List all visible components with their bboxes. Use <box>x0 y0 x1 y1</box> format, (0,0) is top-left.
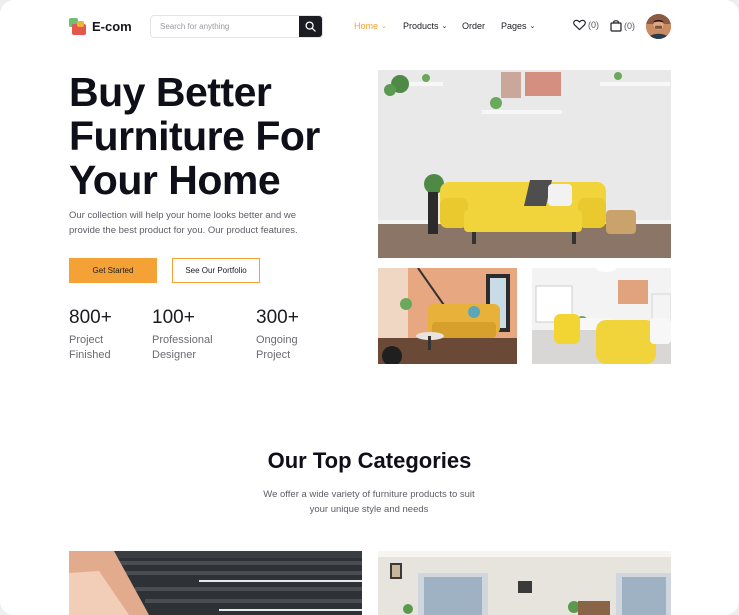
search-bar <box>150 15 323 38</box>
category-image-1[interactable] <box>69 551 362 615</box>
search-icon <box>305 21 316 32</box>
nav-home[interactable]: Home ⌄ <box>354 21 387 31</box>
categories-description: We offer a wide variety of furniture pro… <box>263 489 475 515</box>
nav-pages[interactable]: Pages ⌄ <box>501 21 535 31</box>
nav-products[interactable]: Products ⌄ <box>403 21 447 31</box>
nav-order-label: Order <box>462 21 486 31</box>
stat-label: Professional Designer <box>152 334 213 361</box>
shopping-bag-icon <box>610 20 622 32</box>
logo-mark-icon <box>69 18 86 35</box>
wishlist-button[interactable]: (0) <box>573 19 599 31</box>
stat-label: Project Finished <box>69 334 111 361</box>
see-portfolio-button[interactable]: See Our Portfolio <box>172 258 260 283</box>
avatar[interactable] <box>646 14 671 39</box>
logo-text: E-com <box>92 19 132 34</box>
hero-description: Our collection will help your home looks… <box>69 210 298 236</box>
stat-value: 800+ <box>69 307 112 328</box>
nav-pages-label: Pages <box>501 21 527 31</box>
hero-title: Buy Better Furniture For Your Home <box>69 69 320 203</box>
nav-home-label: Home <box>354 21 379 31</box>
stat-label: Ongoing Project <box>256 334 298 361</box>
categories-title: Our Top Categories <box>267 448 472 473</box>
nav-products-label: Products <box>403 21 439 31</box>
stat-ongoing-projects: 300+ Ongoing Project <box>256 307 346 363</box>
get-started-button[interactable]: Get Started <box>69 258 157 283</box>
stat-projects-finished: 800+ Project Finished <box>69 307 159 363</box>
logo[interactable]: E-com <box>69 18 132 35</box>
cart-button[interactable]: (0) <box>610 19 635 32</box>
chevron-down-icon: ⌄ <box>441 23 448 30</box>
wishlist-count: (0) <box>588 20 599 30</box>
image-living-room-1 <box>378 268 517 364</box>
image-living-room-2 <box>532 268 671 364</box>
stat-designers: 100+ Professional Designer <box>152 307 242 363</box>
category-image-2[interactable] <box>378 551 671 615</box>
chevron-down-icon: ⌄ <box>529 23 536 30</box>
nav-order[interactable]: Order <box>462 21 485 31</box>
cart-count: (0) <box>624 20 635 31</box>
chevron-down-icon: ⌄ <box>381 23 387 30</box>
search-button[interactable] <box>299 16 322 37</box>
stat-value: 100+ <box>152 307 195 328</box>
hero-image-sofa <box>378 70 671 258</box>
page: E-com Home ⌄ Products ⌄ Order Pages ⌄ (0… <box>0 0 739 615</box>
search-input[interactable] <box>151 16 299 37</box>
stat-value: 300+ <box>256 307 299 328</box>
heart-icon <box>573 19 586 31</box>
